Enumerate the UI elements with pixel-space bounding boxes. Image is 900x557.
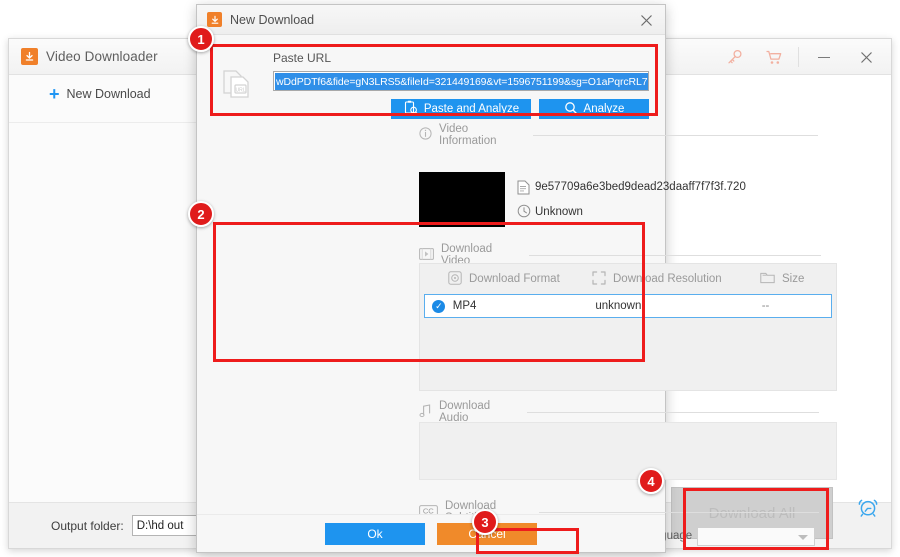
column-size: Size <box>760 271 830 287</box>
annotation-badge-2: 2 <box>188 201 214 227</box>
analyze-label: Analyze <box>583 103 625 115</box>
check-circle-icon: ✓ <box>432 299 446 313</box>
annotation-badge-1: 1 <box>188 26 214 52</box>
language-select[interactable] <box>697 527 815 546</box>
column-download-format: Download Format <box>448 270 592 288</box>
table-header-row: Download Format Download Resolution Size <box>420 264 836 294</box>
chevron-down-icon <box>798 535 808 540</box>
video-information-label: Video Information <box>439 123 497 147</box>
column-label: Size <box>782 273 805 285</box>
app-screenshot: Video Downloader + New Download Output f… <box>0 0 900 557</box>
video-information-header: Video Information <box>419 123 818 147</box>
row-format: MP4 <box>452 300 477 312</box>
plus-icon: + <box>49 84 60 104</box>
sidebar: + New Download <box>9 75 209 502</box>
column-label: Download Format <box>469 273 560 285</box>
paste-and-analyze-label: Paste and Analyze <box>423 103 520 115</box>
row-size: -- <box>761 300 770 312</box>
download-audio-table <box>419 422 837 480</box>
download-video-table: Download Format Download Resolution Size <box>419 263 837 391</box>
download-arrow-icon <box>21 48 38 65</box>
download-audio-header: Download Audio <box>419 400 820 424</box>
dialog-close-button[interactable] <box>635 9 657 31</box>
cart-icon[interactable] <box>754 39 794 75</box>
video-icon <box>419 247 434 263</box>
paste-url-label: Paste URL <box>273 51 332 65</box>
clipboard-search-icon <box>403 100 418 118</box>
paste-url-section: URL Paste URL wDdPDTf6&fide=gN3LRS5&file… <box>215 51 649 123</box>
url-input[interactable]: wDdPDTf6&fide=gN3LRS5&fileId=321449169&v… <box>273 71 649 91</box>
sidebar-divider <box>9 122 209 123</box>
row-checkbox[interactable]: ✓ <box>425 299 453 313</box>
url-input-value: wDdPDTf6&fide=gN3LRS5&fileId=321449169&v… <box>275 73 648 90</box>
sidebar-item-label: New Download <box>66 87 151 101</box>
paste-and-analyze-button[interactable]: Paste and Analyze <box>391 99 531 119</box>
format-disc-icon <box>448 270 462 288</box>
folder-icon <box>760 271 775 287</box>
sidebar-item-new-download[interactable]: + New Download <box>49 84 208 104</box>
titlebar-controls <box>714 39 887 75</box>
dialog-body: URL Paste URL wDdPDTf6&fide=gN3LRS5&file… <box>197 35 837 546</box>
download-audio-label: Download Audio <box>439 400 491 424</box>
minimize-button[interactable] <box>803 39 845 75</box>
magnifier-icon <box>564 101 578 118</box>
column-label: Download Resolution <box>613 273 722 285</box>
section-divider <box>528 254 822 256</box>
info-icon <box>419 127 432 143</box>
dialog-titlebar: New Download <box>197 5 665 35</box>
url-document-icon: URL <box>220 63 254 108</box>
close-button[interactable] <box>845 39 887 75</box>
column-download-resolution: Download Resolution <box>592 270 760 288</box>
file-icon <box>517 180 530 200</box>
music-note-icon <box>419 403 432 421</box>
analyze-button[interactable]: Analyze <box>539 99 649 119</box>
table-row[interactable]: ✓ MP4 unknown -- <box>424 294 832 318</box>
new-download-dialog: New Download URL Paste URL wDdPDTf6&fide… <box>196 4 837 553</box>
svg-text:URL: URL <box>235 88 245 94</box>
url-action-buttons: Paste and Analyze Analyze <box>273 99 649 119</box>
alarm-clock-icon[interactable] <box>857 496 879 523</box>
ok-button[interactable]: Ok <box>325 522 425 545</box>
video-thumbnail <box>419 172 505 227</box>
section-divider <box>532 134 818 136</box>
key-icon[interactable] <box>714 39 754 75</box>
resolution-crop-icon <box>592 270 606 288</box>
dialog-footer: Ok Cancel <box>197 514 665 552</box>
section-divider <box>526 411 820 413</box>
annotation-badge-3: 3 <box>472 509 498 535</box>
clock-icon <box>517 204 531 223</box>
dialog-title: New Download <box>230 12 315 27</box>
annotation-badge-4: 4 <box>638 468 664 494</box>
output-folder-label: Output folder: <box>51 518 124 533</box>
titlebar-divider <box>798 47 799 67</box>
page-title: Video Downloader <box>46 49 158 64</box>
video-file-name: 9e57709a6e3bed9dead23daaff7f7f3f.720 <box>535 181 746 193</box>
download-arrow-icon <box>207 12 222 27</box>
video-duration: Unknown <box>535 206 583 218</box>
app-brand: Video Downloader <box>21 48 158 65</box>
section-divider <box>539 511 820 513</box>
row-resolution: unknown <box>595 300 642 312</box>
